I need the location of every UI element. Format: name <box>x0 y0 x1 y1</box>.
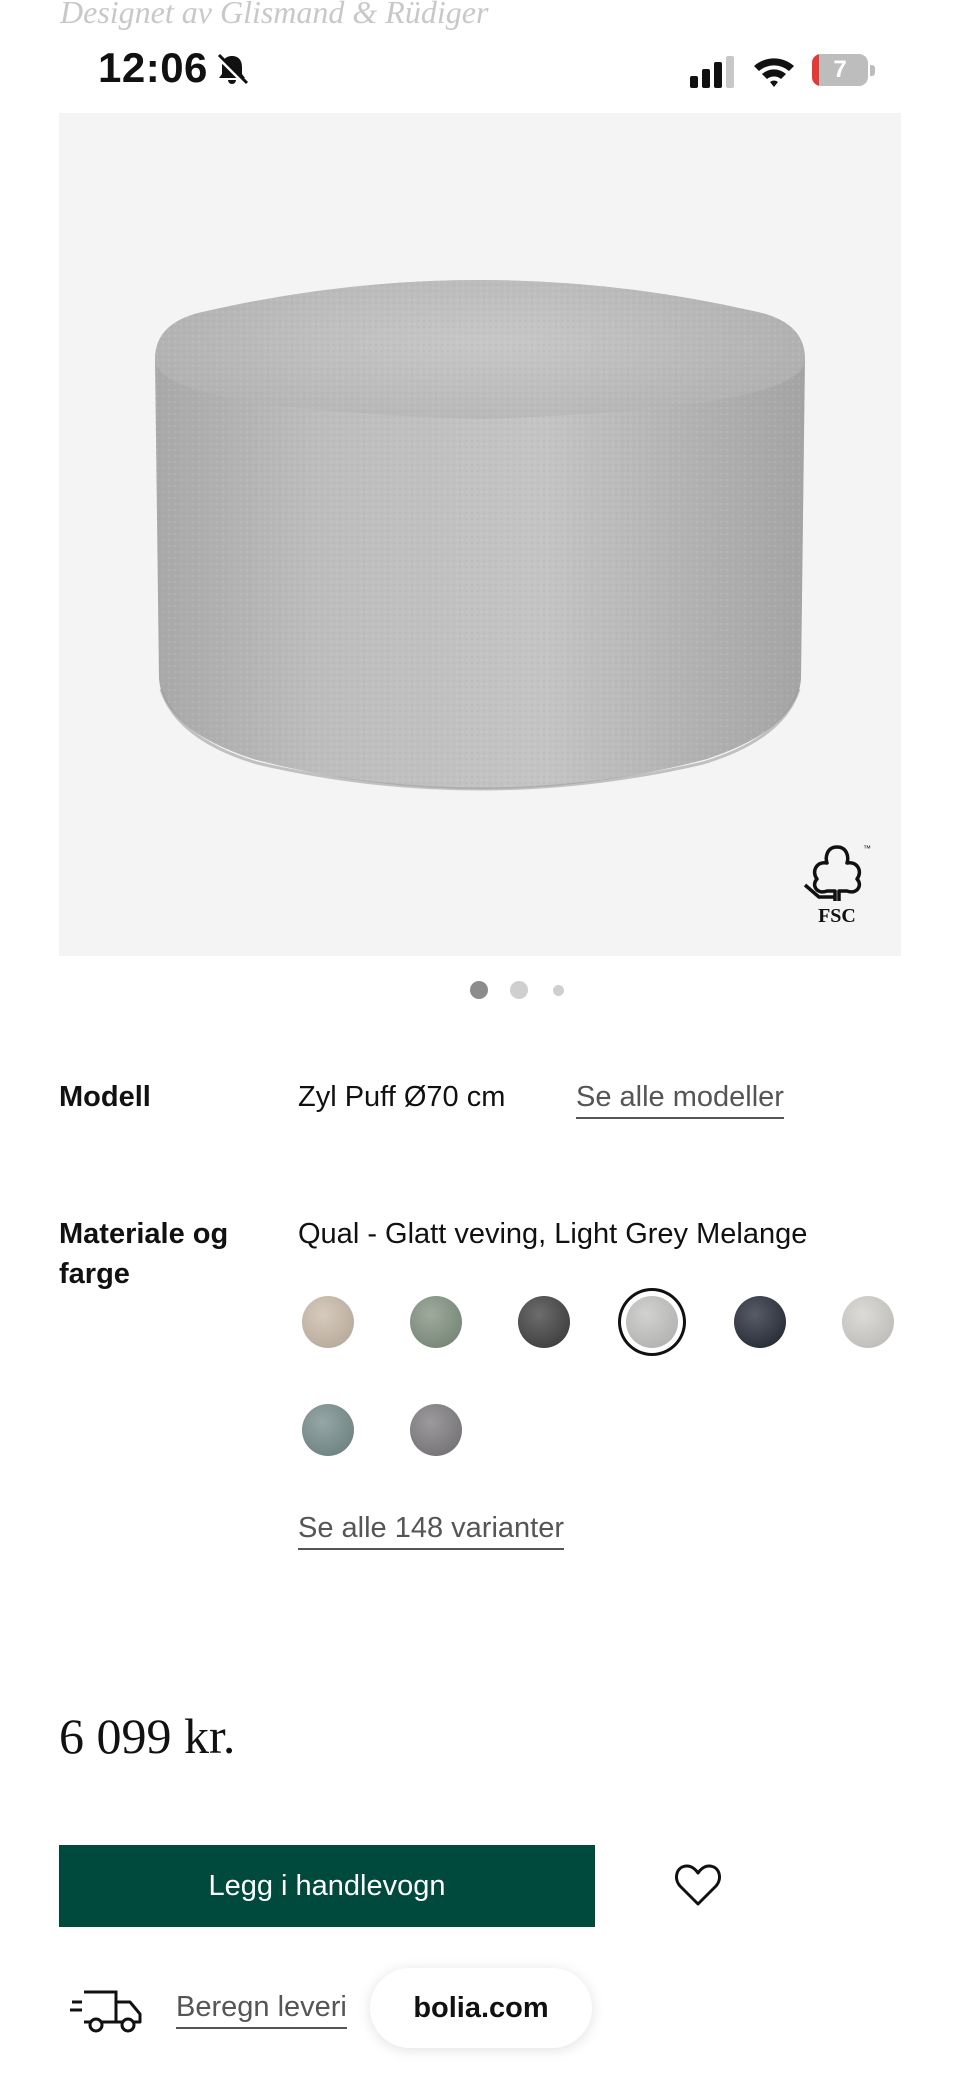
color-swatch[interactable] <box>842 1296 894 1348</box>
fsc-label: FSC <box>818 905 856 927</box>
carousel-dot-2[interactable] <box>510 981 528 999</box>
status-time: 12:06 <box>98 44 208 91</box>
fsc-tree-icon: ™ <box>803 844 871 901</box>
browser-url-bar[interactable]: bolia.com <box>370 1968 592 2048</box>
see-all-variants-link[interactable]: Se alle 148 varianter <box>298 1508 564 1550</box>
truck-icon <box>70 1990 142 2033</box>
heart-icon[interactable] <box>674 1862 722 1908</box>
color-swatch[interactable] <box>518 1296 570 1348</box>
battery-level: 7 <box>833 56 847 83</box>
color-swatch[interactable] <box>626 1296 678 1348</box>
calculate-delivery-link[interactable]: Beregn leveri <box>176 1987 347 2029</box>
pouf-image <box>155 280 805 791</box>
model-label: Modell <box>59 1081 151 1113</box>
bell-slash-icon <box>216 53 249 86</box>
material-value: Qual - Glatt veving, Light Grey Melange <box>298 1218 808 1250</box>
add-to-cart-button[interactable]: Legg i handlevogn <box>59 1845 595 1927</box>
carousel-dots[interactable] <box>0 980 960 1000</box>
wifi-icon <box>754 58 794 87</box>
battery-icon: 7 <box>812 54 876 88</box>
color-swatch[interactable] <box>410 1296 462 1348</box>
see-all-models-link[interactable]: Se alle modeller <box>576 1077 784 1119</box>
svg-text:™: ™ <box>863 844 871 853</box>
status-bar: 12:06 7 <box>0 0 960 110</box>
model-value: Zyl Puff Ø70 cm <box>298 1081 506 1113</box>
color-swatch[interactable] <box>302 1296 354 1348</box>
color-swatch[interactable] <box>734 1296 786 1348</box>
cellular-signal-icon <box>690 56 734 88</box>
carousel-dot-1[interactable] <box>470 981 488 999</box>
fsc-logo: ™ FSC <box>797 841 877 931</box>
product-price: 6 099 kr. <box>59 1708 236 1764</box>
color-swatch[interactable] <box>302 1404 354 1456</box>
color-swatch[interactable] <box>410 1404 462 1456</box>
product-image[interactable]: ™ FSC <box>59 113 901 956</box>
carousel-dot-3[interactable] <box>553 985 564 996</box>
material-label: Materiale og farge <box>59 1218 229 1290</box>
